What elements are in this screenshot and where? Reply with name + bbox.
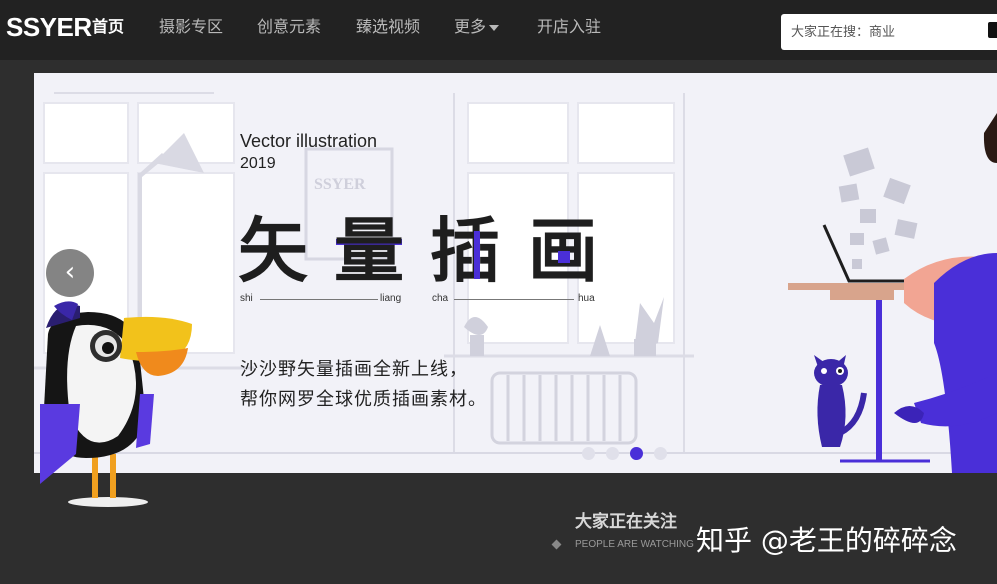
carousel-dot[interactable] [582,447,595,460]
section-subtitle: PEOPLE ARE WATCHING [575,539,694,550]
site-logo[interactable]: SSYER [6,12,92,42]
banner-watermark-logo: SSYER [314,176,366,193]
section-diamond-icon [551,539,562,550]
headline-char-1: 矢 [238,210,308,292]
nav-item-creative-elements[interactable]: 创意元素 [257,16,321,38]
pinyin-4: hua [578,293,595,304]
pinyin-divider [454,299,574,300]
pinyin-3: cha [432,293,449,304]
accent-square [558,251,570,263]
nav-item-open-store[interactable]: 开店入驻 [537,16,601,38]
search-button[interactable] [988,22,997,38]
nav-item-photography[interactable]: 摄影专区 [159,16,223,38]
banner-description-line-1: 沙沙野矢量插画全新上线， [240,359,468,380]
zhihu-watermark: 知乎 @老王的碎碎念 [696,524,957,557]
banner-title-english: Vector illustration [240,131,378,151]
carousel-dot[interactable] [606,447,619,460]
search-input[interactable] [781,14,997,50]
headline-char-2: 量 [334,210,404,292]
carousel-prev-button[interactable]: ‹ [46,249,94,297]
carousel-dot[interactable] [654,447,667,460]
banner-description-line-2: 帮你网罗全球优质插画素材。 [240,389,487,410]
headline-char-3: 插 [430,210,500,292]
accent-bar-vertical [474,231,480,279]
section-title: 大家正在关注 [575,512,677,532]
nav-item-more[interactable]: 更多 [454,16,500,38]
chevron-left-icon: ‹ [64,257,76,287]
banner-year: 2019 [240,155,276,172]
pinyin-divider [260,299,378,300]
carousel-dot-active[interactable] [630,447,643,460]
chevron-down-icon [489,24,500,31]
nav-item-more-label: 更多 [454,17,487,36]
top-navigation-bar: SSYER 首页 摄影专区 创意元素 臻选视频 更多 开店入驻 [0,0,997,60]
pinyin-2: liang [380,293,402,304]
pinyin-1: shi [240,293,253,304]
toucan-mascot [40,301,192,507]
nav-item-home[interactable]: 首页 [92,16,124,38]
nav-item-featured-videos[interactable]: 臻选视频 [356,16,420,38]
